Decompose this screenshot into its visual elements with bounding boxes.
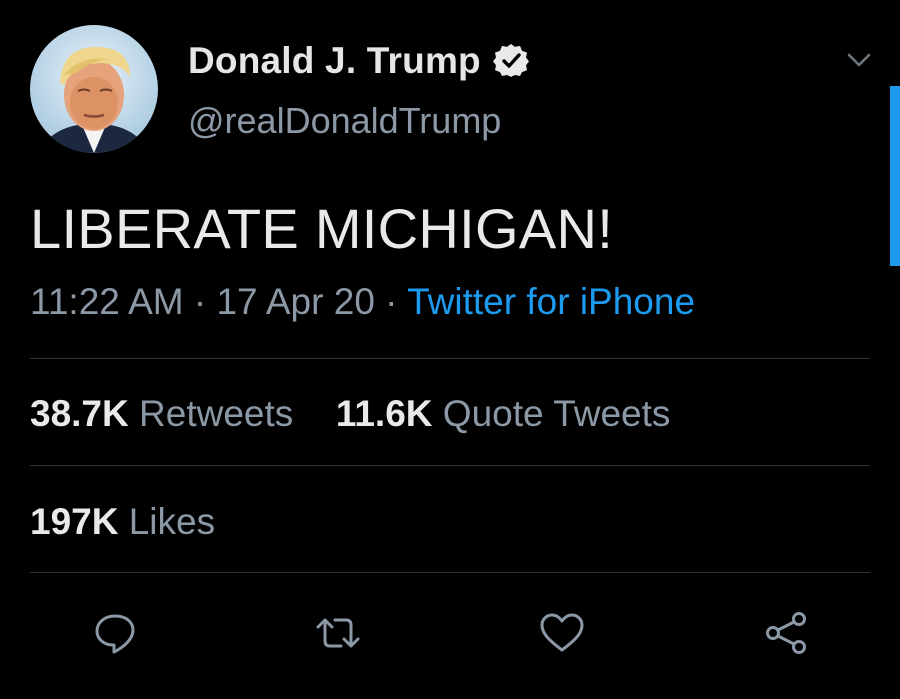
likes-count: 197K (30, 501, 119, 542)
share-icon (766, 612, 806, 654)
retweets-count: 38.7K (30, 393, 129, 434)
tweet-text: LIBERATE MICHIGAN! (30, 197, 614, 260)
retweets-stat[interactable]: 38.7K Retweets (30, 393, 293, 434)
meta-separator: · (193, 281, 207, 322)
tweet-time[interactable]: 11:22 AM (30, 281, 184, 322)
quote-tweets-stat[interactable]: 11.6K Quote Tweets (336, 393, 671, 434)
likes-stat[interactable]: 197K Likes (30, 501, 215, 542)
divider (30, 572, 870, 573)
heart-icon (540, 613, 584, 652)
verified-badge-icon (492, 43, 529, 79)
meta-separator: · (385, 281, 398, 322)
display-name[interactable]: Donald J. Trump (188, 40, 481, 82)
avatar[interactable] (30, 25, 158, 153)
chevron-down-icon[interactable] (846, 50, 872, 70)
profile-photo-icon (30, 25, 158, 153)
tweet-date[interactable]: 17 Apr 20 (216, 281, 374, 322)
tweet-action-bar (0, 598, 900, 668)
divider (30, 465, 870, 466)
retweet-icon (316, 618, 360, 648)
share-button[interactable] (762, 608, 812, 658)
quote-tweets-count: 11.6K (335, 393, 433, 434)
likes-label: Likes (128, 501, 216, 542)
scrollbar[interactable] (890, 86, 900, 266)
tweet-detail: Donald J. Trump @realDonaldTrump LIBERAT… (0, 0, 900, 699)
engagement-stats-row: 38.7K Retweets 11.6K Quote Tweets (30, 393, 670, 435)
quote-tweets-label: Quote Tweets (442, 393, 671, 434)
reply-button[interactable] (90, 608, 140, 658)
author-name-row[interactable]: Donald J. Trump (188, 38, 529, 84)
divider (30, 358, 870, 359)
retweet-button[interactable] (313, 608, 363, 658)
tweet-source-link[interactable]: Twitter for iPhone (407, 281, 695, 322)
retweets-label: Retweets (139, 393, 294, 434)
like-button[interactable] (537, 608, 587, 658)
tweet-meta: 11:22 AM · 17 Apr 20 · Twitter for iPhon… (30, 281, 695, 323)
user-handle[interactable]: @realDonaldTrump (188, 100, 501, 142)
speech-bubble-icon (95, 614, 135, 654)
likes-stats-row: 197K Likes (30, 501, 215, 543)
